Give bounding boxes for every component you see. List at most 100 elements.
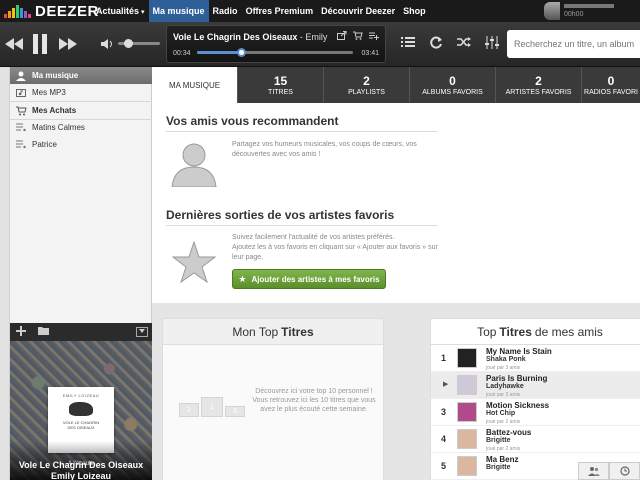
track-artist[interactable]: Brigitte (486, 437, 511, 444)
sidebar-item-matins-calmes[interactable]: Matins Calmes (10, 119, 152, 136)
track-title[interactable]: Motion Sickness (486, 401, 549, 410)
sidebar-item-mes-mp3[interactable]: Mes MP3 (10, 84, 152, 101)
track-artist[interactable]: Shaka Ponk (486, 356, 526, 363)
tab-artistes-favoris[interactable]: 2 ARTISTES FAVORIS (496, 67, 582, 103)
deezer-logo[interactable]: DEEZER (0, 0, 98, 22)
panel-title-light: Mon Top (232, 324, 279, 339)
tab-albums-favoris[interactable]: 0 ALBUMS FAVORIS (410, 67, 496, 103)
track-artist[interactable]: Brigitte (486, 464, 511, 471)
recommendations-area: Vos amis vous recommandent Partagez vos … (152, 103, 640, 303)
user-time: 00h00 (564, 11, 584, 18)
track-title[interactable]: My Name Is Stain (486, 347, 552, 356)
logo-bars-icon (4, 4, 31, 18)
track-artist[interactable]: Ladyhawke (486, 383, 524, 390)
tab-label: ARTISTES FAVORIS (505, 88, 572, 96)
rank-number: 1 (441, 353, 447, 363)
search-input[interactable] (514, 39, 640, 49)
friends-button[interactable] (578, 462, 609, 480)
cart-icon[interactable] (353, 31, 363, 42)
now-playing-title[interactable]: Vole Le Chagrin Des Oiseaux (0, 460, 152, 470)
top-titres-desc: Découvrez ici votre top 10 personnel ! V… (252, 388, 376, 413)
friends-section-desc: Partagez vos humeurs musicales, vos coup… (232, 141, 417, 158)
clock-icon (619, 466, 630, 476)
tab-label: TITRES (268, 88, 293, 96)
track-artist[interactable]: Hot Chip (486, 410, 515, 417)
nav-item-radio[interactable]: Radio (209, 0, 242, 22)
track-thumbnail[interactable] (457, 348, 477, 368)
tab-label: ALBUMS FAVORIS (422, 88, 483, 96)
volume-knob[interactable] (124, 39, 133, 48)
history-button[interactable] (609, 462, 640, 480)
track-thumbnail[interactable] (457, 375, 477, 395)
volume-icon[interactable] (101, 39, 113, 49)
top-navigation: DEEZER Actualités ▾ Ma musique Radio Offr… (0, 0, 640, 22)
pause-button[interactable] (32, 33, 48, 55)
nav-item-shop[interactable]: Shop (399, 0, 430, 22)
collapse-button[interactable] (136, 327, 148, 337)
panel-title: Top Titres de mes amis (431, 319, 640, 345)
equalizer-button[interactable] (484, 34, 500, 50)
tab-ma-musique[interactable]: MA MUSIQUE (152, 67, 238, 103)
nav-item-decouvrir[interactable]: Découvrir Deezer (317, 0, 399, 22)
tab-radios-favoris[interactable]: 0 RADIOS FAVORI (582, 67, 640, 103)
list-item[interactable]: 4 Battez-vous Brigitte joué par 2 amis (431, 426, 640, 453)
progress-bar[interactable] (197, 48, 353, 57)
logo-bar (8, 11, 11, 18)
track-name: Vole Le Chagrin Des Oiseaux (173, 32, 298, 42)
chevron-down-icon (139, 329, 145, 333)
avatar-placeholder-icon (171, 143, 217, 187)
user-menu[interactable]: 00h00 (544, 0, 640, 22)
podium-third: 3 (225, 406, 245, 417)
share-icon[interactable] (337, 31, 347, 42)
releases-section-title: Dernières sorties de vos artistes favori… (166, 208, 395, 222)
equalizer-icon (485, 35, 499, 49)
tab-count: 15 (273, 73, 288, 88)
repeat-button[interactable] (428, 34, 444, 50)
logo-bar (20, 8, 23, 18)
shuffle-button[interactable] (456, 34, 472, 50)
logo-bar (12, 8, 15, 18)
now-playing-box: Vole Le Chagrin Des Oiseaux - Emily 00:3… (166, 25, 386, 63)
queue-button[interactable] (400, 34, 416, 50)
previous-button[interactable] (5, 36, 23, 52)
add-favorite-artists-button[interactable]: ★ Ajouter des artistes à mes favoris (232, 269, 386, 289)
track-title[interactable]: Battez-vous (486, 428, 531, 437)
previous-icon (5, 38, 23, 50)
track-thumbnail[interactable] (457, 456, 477, 476)
friends-section-title: Vos amis vous recommandent (166, 114, 339, 128)
avatar[interactable] (544, 2, 560, 20)
track-title[interactable]: Ma Benz (486, 455, 518, 464)
tab-playlists[interactable]: 2 PLAYLISTS (324, 67, 410, 103)
sidebar-item-ma-musique[interactable]: Ma musique (10, 67, 152, 84)
nav-item-ma-musique[interactable]: Ma musique (148, 0, 209, 22)
panel-title: Mon Top Titres (163, 319, 383, 345)
track-thumbnail[interactable] (457, 402, 477, 422)
sidebar-item-patrice[interactable]: Patrice (10, 136, 152, 153)
tab-titres[interactable]: 15 TITRES (238, 67, 324, 103)
nav-label: Actualités (96, 6, 140, 16)
list-item[interactable]: 3 Motion Sickness Hot Chip joué par 2 amis (431, 399, 640, 426)
nav-item-offres-premium[interactable]: Offres Premium (242, 0, 318, 22)
people-icon (587, 467, 600, 476)
progress-knob[interactable] (236, 48, 246, 57)
sidebar-item-mes-achats[interactable]: Mes Achats (10, 102, 152, 119)
track-title[interactable]: Vole Le Chagrin Des Oiseaux - Emily (173, 32, 327, 42)
list-item[interactable]: ▶ Paris Is Burning Ladyhawke joué par 3 ami… (431, 372, 640, 399)
nav-item-actualites[interactable]: Actualités ▾ (92, 0, 149, 22)
track-thumbnail[interactable] (457, 429, 477, 449)
add-icon[interactable] (369, 31, 379, 42)
playlist-icon (14, 140, 28, 149)
add-playlist-button[interactable] (14, 325, 28, 339)
track-title[interactable]: Paris Is Burning (486, 374, 547, 383)
cart-icon (14, 106, 28, 116)
list-item[interactable]: 1 My Name Is Stain Shaka Ponk joué par 3 am… (431, 345, 640, 372)
user-info: 00h00 (564, 4, 614, 18)
next-button[interactable] (59, 36, 77, 52)
play-icon[interactable]: ▶ (443, 380, 448, 388)
next-icon (59, 38, 77, 50)
now-playing-artist[interactable]: Emily Loizeau (0, 471, 152, 480)
add-folder-button[interactable] (36, 326, 50, 338)
releases-desc-2: Ajoutez les à vos favoris en cliquant su… (232, 244, 438, 261)
sidebar-grip[interactable] (0, 67, 10, 480)
playlist-icon (14, 123, 28, 132)
